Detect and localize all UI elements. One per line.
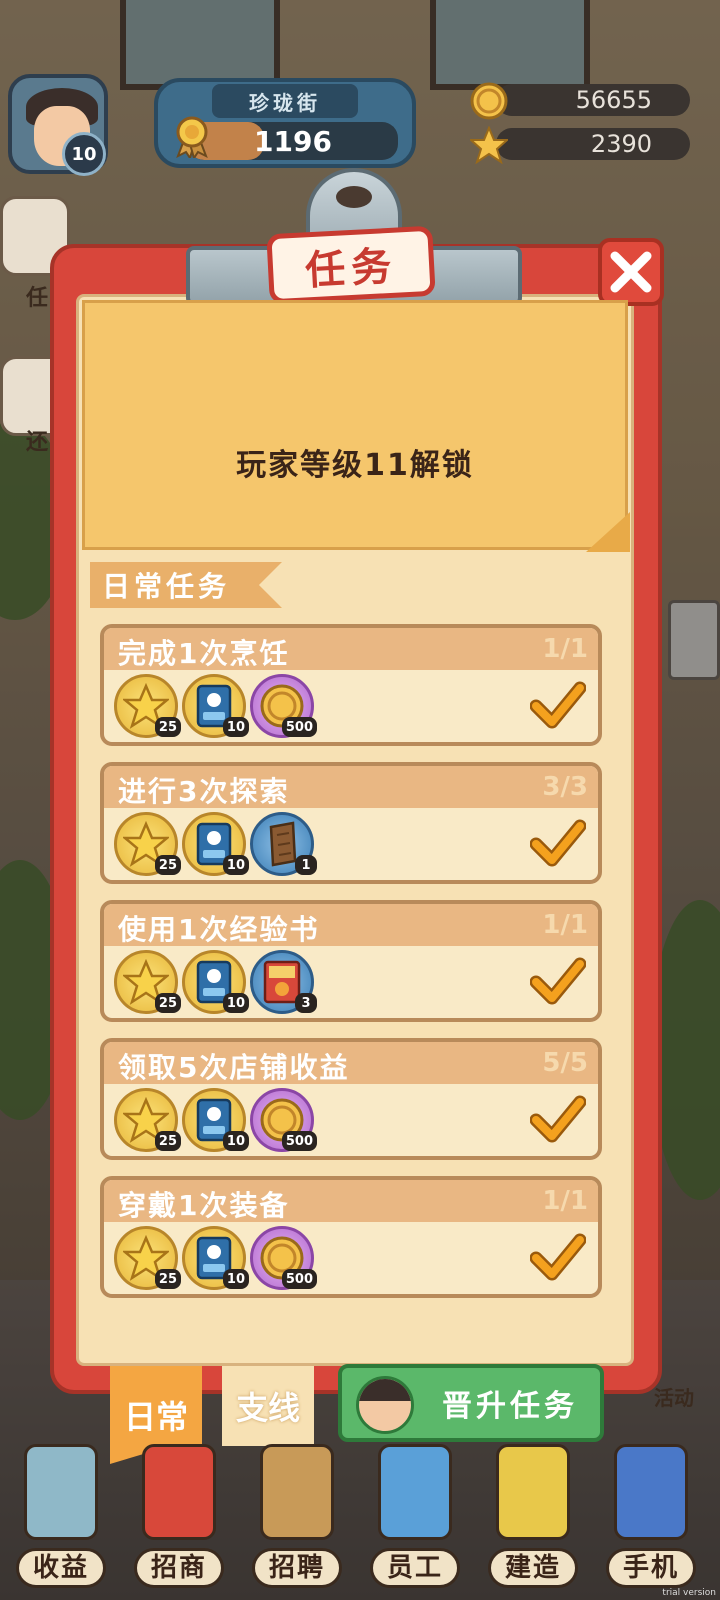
nav-item[interactable]: 员工 (360, 1430, 470, 1600)
task-title: 领取5次店铺收益 (118, 1051, 350, 1084)
reward-item[interactable]: 10 (182, 674, 249, 738)
nav-item[interactable]: 招商 (124, 1430, 234, 1600)
event-button-label[interactable]: 活动 (654, 1382, 694, 1411)
medal-icon (176, 116, 208, 158)
nav-label: 建造 (504, 1553, 561, 1583)
nav-label: 手机 (622, 1553, 679, 1583)
check-icon[interactable] (529, 1230, 587, 1286)
reward-item[interactable]: 500 (250, 1226, 317, 1290)
locked-note (82, 300, 628, 550)
nav-label: 招聘 (268, 1553, 325, 1583)
reward-item[interactable]: 10 (182, 812, 249, 876)
task-card[interactable]: 完成1次烹饪 1/1 25 10 500 (100, 624, 602, 746)
reward-item[interactable]: 10 (182, 1226, 249, 1290)
reward-item[interactable]: 10 (182, 1088, 249, 1152)
task-card[interactable]: 穿戴1次装备 1/1 25 10 500 (100, 1176, 602, 1298)
street-name: 珍珑街 (212, 84, 358, 118)
star-icon (470, 126, 508, 164)
task-progress: 5/5 (542, 1048, 588, 1078)
reward-count: 500 (281, 1131, 317, 1151)
task-title: 进行3次探索 (118, 775, 290, 808)
reward-count: 25 (154, 993, 181, 1013)
reward-count: 10 (222, 1269, 249, 1289)
nav-item[interactable]: 招聘 (242, 1430, 352, 1600)
side-button-return-label: 还 (26, 430, 49, 455)
reward-item[interactable]: 25 (114, 812, 181, 876)
reward-item[interactable]: 25 (114, 950, 181, 1014)
check-icon[interactable] (529, 954, 587, 1010)
phone-icon (614, 1444, 688, 1540)
star-amount: 2390 (496, 128, 690, 160)
recruit-envelope-icon (142, 1444, 216, 1540)
side-button-tasks-label: 任 (26, 286, 49, 311)
task-title: 使用1次经验书 (118, 913, 320, 946)
nav-item[interactable]: 收益 (6, 1430, 116, 1600)
task-card[interactable]: 领取5次店铺收益 5/5 25 10 500 (100, 1038, 602, 1160)
reward-item[interactable]: 25 (114, 674, 181, 738)
task-progress: 1/1 (542, 634, 588, 664)
reward-count: 500 (281, 717, 317, 737)
tab-promotion-label: 晋升任务 (442, 1389, 578, 1424)
task-card[interactable]: 使用1次经验书 1/1 25 10 3 (100, 900, 602, 1022)
nav-item[interactable]: 手机 (596, 1430, 706, 1600)
coin-counter[interactable]: 56655 (470, 82, 690, 120)
unlock-notice: 玩家等级11解锁 (236, 448, 474, 483)
reward-count: 25 (154, 717, 181, 737)
staff-card-icon (378, 1444, 452, 1540)
reward-item[interactable]: 500 (250, 674, 317, 738)
reward-count: 25 (154, 1131, 181, 1151)
close-icon (610, 251, 652, 293)
nav-label: 员工 (386, 1553, 443, 1583)
xp-value: 1196 (254, 124, 332, 158)
task-card[interactable]: 进行3次探索 3/3 25 10 1 (100, 762, 602, 884)
check-icon[interactable] (529, 816, 587, 872)
reward-count: 500 (281, 1269, 317, 1289)
coin-amount: 56655 (496, 84, 690, 116)
reward-count: 1 (295, 855, 317, 875)
close-button[interactable] (598, 238, 664, 306)
reward-count: 3 (295, 993, 317, 1013)
reward-item[interactable]: 10 (182, 950, 249, 1014)
task-title: 穿戴1次装备 (118, 1189, 290, 1222)
reward-count: 10 (222, 993, 249, 1013)
player-level-badge: 10 (62, 132, 106, 176)
reward-count: 25 (154, 855, 181, 875)
daily-tasks-ribbon: 日常任务 (90, 562, 282, 608)
reward-item[interactable]: 1 (250, 812, 317, 876)
panel-title: 任务 (304, 243, 399, 295)
task-progress: 1/1 (542, 910, 588, 940)
build-icon (496, 1444, 570, 1540)
check-icon[interactable] (529, 678, 587, 734)
nav-label: 招商 (150, 1553, 207, 1583)
nav-item[interactable]: 建造 (478, 1430, 588, 1600)
task-progress: 1/1 (542, 1186, 588, 1216)
task-progress: 3/3 (542, 772, 588, 802)
hiring-box-icon (260, 1444, 334, 1540)
reward-item[interactable]: 25 (114, 1088, 181, 1152)
clip-hole (336, 186, 372, 208)
cash-register-icon (24, 1444, 98, 1540)
coin-icon (470, 82, 508, 120)
nav-label: 收益 (32, 1553, 89, 1583)
reward-item[interactable]: 500 (250, 1088, 317, 1152)
promotion-avatar-hair (359, 1379, 411, 1401)
reward-item[interactable]: 3 (250, 950, 317, 1014)
reward-count: 10 (222, 855, 249, 875)
reward-count: 10 (222, 1131, 249, 1151)
reward-count: 10 (222, 717, 249, 737)
panel-title-tag: 任务 (266, 225, 436, 305)
reward-count: 25 (154, 1269, 181, 1289)
check-icon[interactable] (529, 1092, 587, 1148)
star-counter[interactable]: 2390 (470, 126, 690, 164)
trial-watermark: trial version (662, 1588, 716, 1598)
section-label: 日常任务 (102, 570, 231, 603)
reward-item[interactable]: 25 (114, 1226, 181, 1290)
bottom-nav: 收益 招商 招聘 员工 建造 手机 (0, 1420, 720, 1600)
task-title: 完成1次烹饪 (118, 637, 290, 670)
